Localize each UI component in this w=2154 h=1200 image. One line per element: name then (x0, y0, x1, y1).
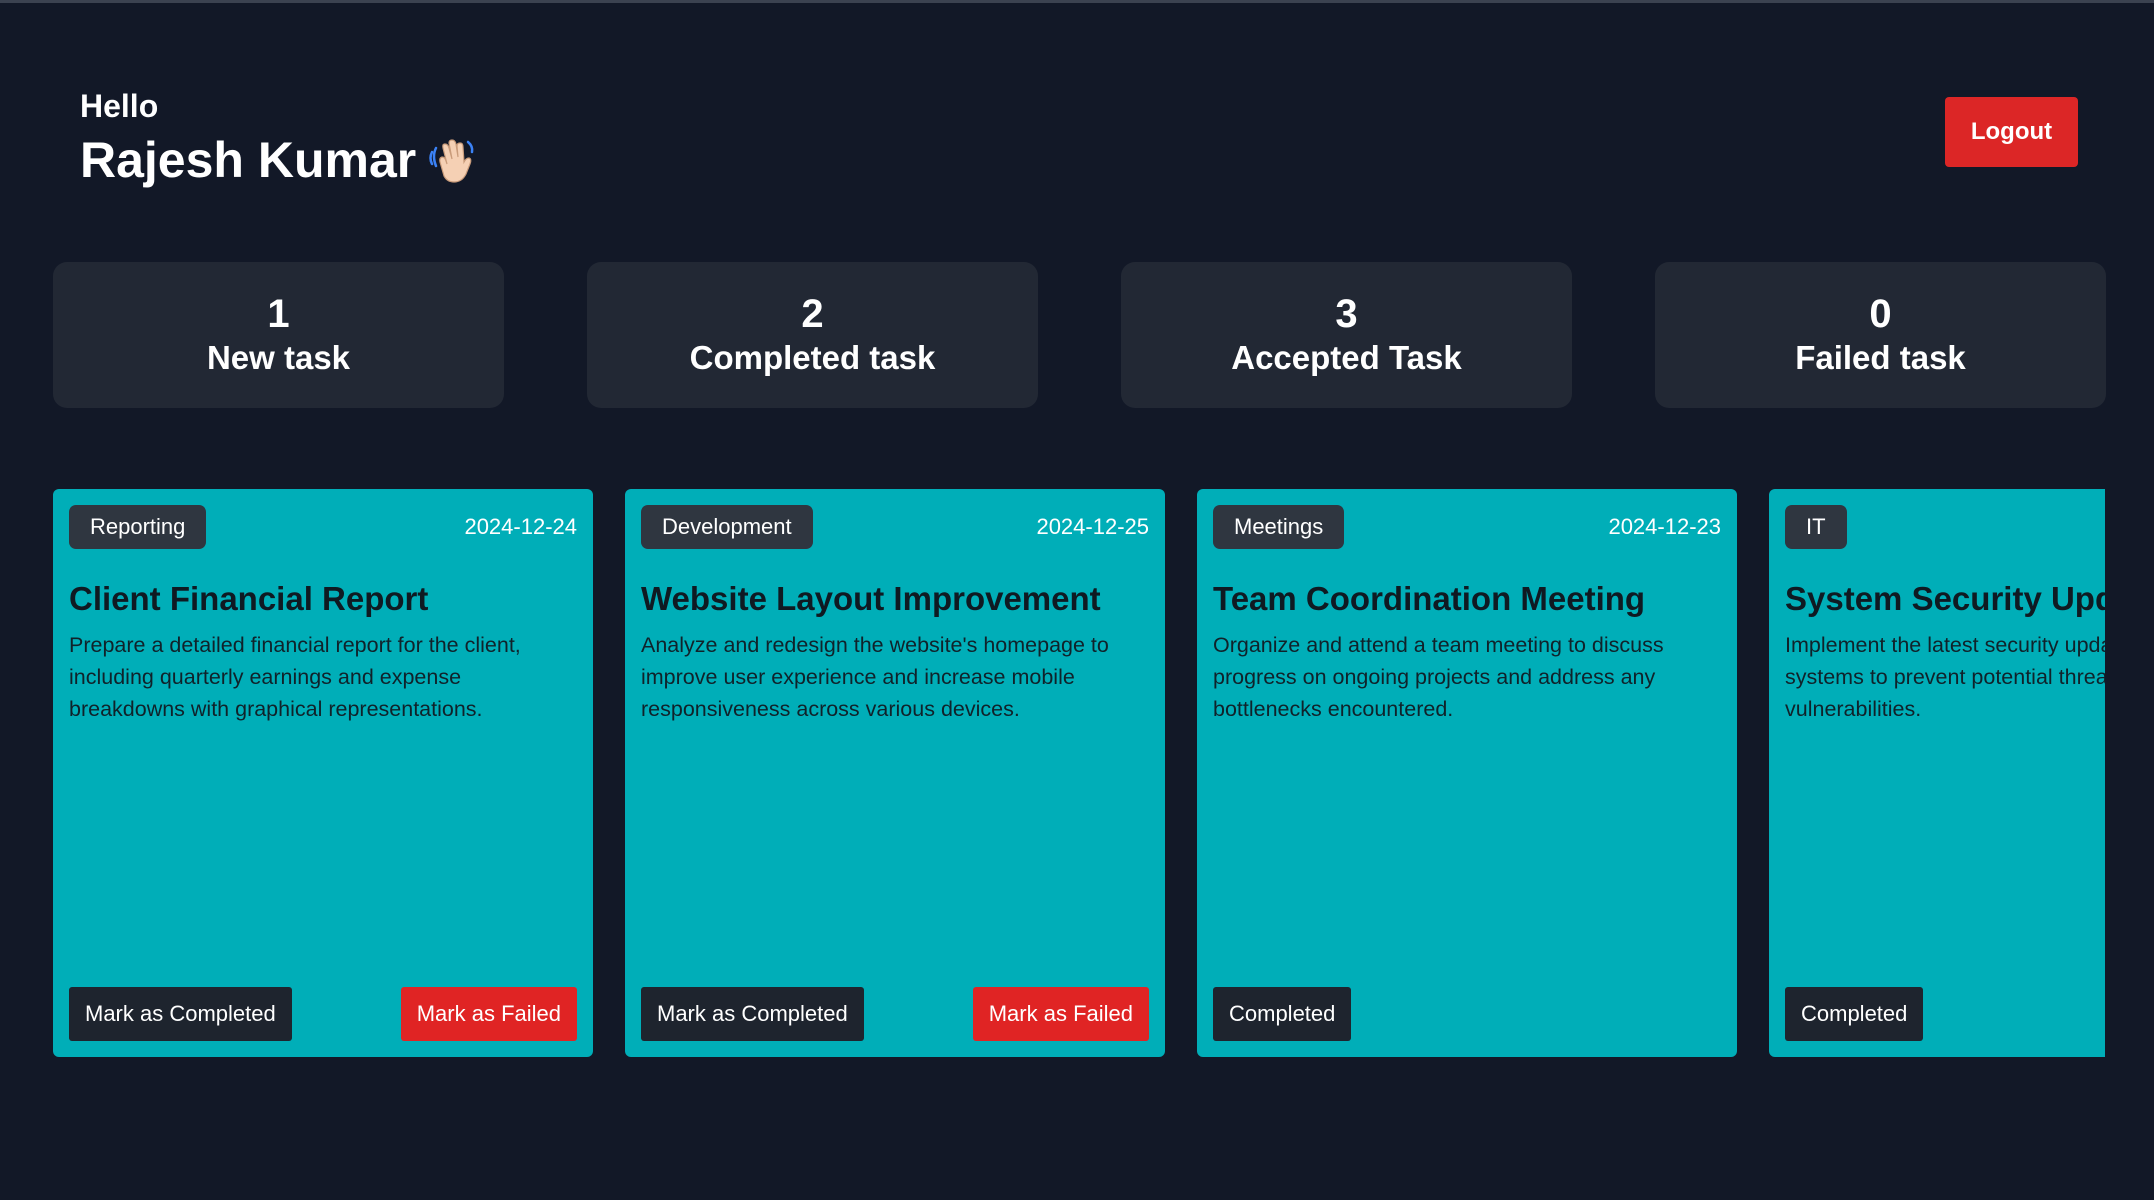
mark-completed-button[interactable]: Mark as Completed (641, 987, 864, 1041)
completed-status-button[interactable]: Completed (1785, 987, 1924, 1041)
task-description: Analyze and redesign the website's homep… (641, 633, 1109, 721)
completed-status-button[interactable]: Completed (1213, 987, 1352, 1041)
task-card-header: Development 2024-12-25 (641, 505, 1149, 549)
category-badge: IT (1785, 505, 1847, 549)
stat-count: 2 (801, 292, 824, 336)
task-date: 2024-12-24 (464, 514, 577, 539)
greeting-header: Hello Rajesh Kumar (80, 88, 478, 188)
stat-card-new: 1 New task (53, 262, 504, 408)
category-badge: Meetings (1213, 505, 1345, 549)
stat-card-accepted: 3 Accepted Task (1121, 262, 1572, 408)
stat-label: Failed task (1795, 339, 1966, 376)
employee-dashboard: Hello Rajesh Kumar Logout 1 New task 2 C… (0, 0, 2154, 1200)
task-title: Client Financial Report (69, 580, 429, 617)
task-card: Meetings 2024-12-23 Team Coordination Me… (1197, 489, 1737, 1057)
task-card-header: IT (1785, 505, 2105, 549)
mark-completed-button[interactable]: Mark as Completed (69, 987, 292, 1041)
stat-count: 0 (1869, 292, 1892, 336)
task-list: Reporting 2024-12-24 Client Financial Re… (53, 489, 2105, 1057)
task-list-scroller[interactable]: Reporting 2024-12-24 Client Financial Re… (53, 489, 2105, 1059)
stat-label: Accepted Task (1231, 339, 1462, 376)
category-badge: Development (641, 505, 813, 549)
task-card: Reporting 2024-12-24 Client Financial Re… (53, 489, 593, 1057)
task-actions: Completed (1213, 987, 1721, 1041)
task-description: Prepare a detailed financial report for … (69, 633, 521, 721)
task-stats: 1 New task 2 Completed task 3 Accepted T… (53, 262, 2106, 408)
task-title: Team Coordination Meeting (1213, 580, 1646, 617)
greeting-text: Hello (80, 88, 159, 124)
task-date: 2024-12-23 (1608, 514, 1721, 539)
task-actions: Mark as Completed Mark as Failed (69, 987, 577, 1041)
waving-hand-icon (429, 139, 474, 183)
task-actions: Completed (1785, 987, 2105, 1041)
task-description: Organize and attend a team meeting to di… (1213, 633, 1664, 721)
mark-failed-button[interactable]: Mark as Failed (972, 987, 1149, 1041)
top-border (0, 0, 2154, 3)
user-name: Rajesh Kumar (80, 132, 417, 188)
task-card-header: Reporting 2024-12-24 (69, 505, 577, 549)
task-title: Website Layout Improvement (641, 580, 1101, 617)
logout-button[interactable]: Logout (1945, 97, 2078, 167)
category-badge: Reporting (69, 505, 207, 549)
user-name-row: Rajesh Kumar (80, 132, 478, 188)
task-card: Development 2024-12-25 Website Layout Im… (625, 489, 1165, 1057)
stat-card-failed: 0 Failed task (1655, 262, 2106, 408)
task-description: Implement the latest security updates on… (1785, 633, 2105, 721)
task-card-header: Meetings 2024-12-23 (1213, 505, 1721, 549)
stat-card-completed: 2 Completed task (587, 262, 1038, 408)
task-date: 2024-12-25 (1036, 514, 1149, 539)
stat-count: 3 (1335, 292, 1358, 336)
task-title: System Security Update (1785, 580, 2105, 617)
task-card: IT System Security Update Implement the … (1769, 489, 2105, 1057)
stat-label: New task (206, 339, 351, 376)
task-actions: Mark as Completed Mark as Failed (641, 987, 1149, 1041)
mark-failed-button[interactable]: Mark as Failed (400, 987, 577, 1041)
stat-count: 1 (267, 292, 290, 336)
stat-label: Completed task (689, 339, 936, 376)
